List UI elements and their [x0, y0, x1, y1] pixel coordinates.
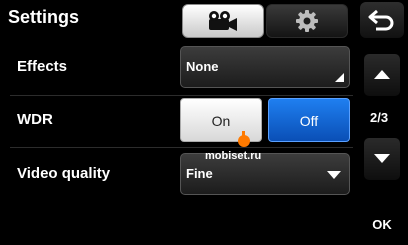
arrow-up-icon — [374, 70, 390, 79]
back-button[interactable] — [360, 2, 404, 38]
wdr-label: WDR — [17, 111, 53, 128]
ok-button[interactable]: OK — [364, 208, 400, 242]
watermark-logo-icon — [238, 131, 250, 147]
divider — [10, 147, 353, 148]
effects-select[interactable]: None — [180, 46, 350, 88]
effects-label: Effects — [17, 58, 68, 75]
tab-video[interactable] — [182, 4, 264, 38]
page-down-button[interactable] — [364, 138, 400, 180]
page-indicator: 2/3 — [370, 110, 389, 125]
wdr-off-button[interactable]: Off — [268, 98, 350, 142]
video-quality-value: Fine — [186, 166, 213, 181]
page-up-button[interactable] — [364, 54, 400, 96]
chevron-down-icon — [327, 171, 341, 179]
video-camera-icon — [209, 11, 237, 31]
divider — [10, 95, 353, 96]
effects-value: None — [186, 59, 219, 74]
arrow-down-icon — [374, 154, 390, 163]
tab-settings[interactable] — [266, 4, 348, 38]
video-quality-label: Video quality — [17, 165, 111, 182]
back-arrow-icon — [368, 9, 394, 31]
watermark: mobiset.ru — [205, 150, 262, 162]
corner-indicator-icon — [335, 73, 344, 82]
gear-icon — [296, 10, 318, 32]
page-title: Settings — [8, 7, 80, 27]
